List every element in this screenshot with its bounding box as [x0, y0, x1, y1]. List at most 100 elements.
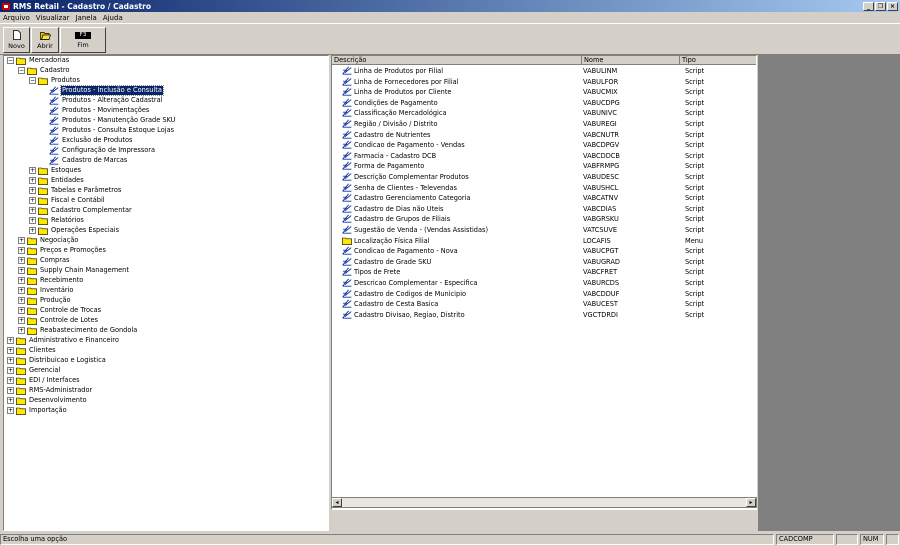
close-button[interactable]: ×	[887, 1, 898, 11]
expand-icon[interactable]: +	[29, 227, 36, 234]
list-row[interactable]: Cadastro de Cesta Basica VABUCEST Script	[332, 299, 752, 309]
expand-icon[interactable]: +	[29, 187, 36, 194]
menu-visualizar[interactable]: Visualizar	[36, 14, 70, 22]
new-button[interactable]: Novo	[3, 27, 30, 53]
tree-node-recebimento[interactable]: + Recebimento	[18, 276, 84, 286]
tree-node-produtos-manutencao-grade-sku[interactable]: Produtos - Manutenção Grade SKU	[40, 116, 177, 126]
list-row[interactable]: Senha de Clientes - Televendas VABUSHCL Sc…	[332, 183, 752, 193]
restore-button[interactable]: ❐	[875, 1, 886, 11]
open-button[interactable]: Abrir	[31, 27, 59, 53]
tree-node-producao[interactable]: + Produção	[18, 296, 72, 306]
list-row[interactable]: Cadastro de Codigos de Municipio VABCDDUF…	[332, 289, 752, 299]
tree-node-exclusao-de-produtos[interactable]: Exclusão de Produtos	[40, 136, 133, 146]
tree-node-administrativo-e-financeiro[interactable]: + Administrativo e Financeiro	[7, 336, 120, 346]
list-row[interactable]: Cadastro Divisao, Regiao, Distrito VGCTDR…	[332, 310, 752, 320]
tree-node-precos-e-promocoes[interactable]: + Preços e Promoções	[18, 246, 107, 256]
expand-icon[interactable]: +	[18, 317, 25, 324]
tree-node-supply-chain-management[interactable]: + Supply Chain Management	[18, 266, 130, 276]
tree-node-gerencial[interactable]: + Gerencial	[7, 366, 61, 376]
list-row[interactable]: Cadastro de Nutrientes VABCNUTR Script	[332, 130, 752, 140]
expand-icon[interactable]: +	[18, 277, 25, 284]
list-row[interactable]: Linha de Fornecedores por Filial VABULFOR…	[332, 77, 752, 87]
expand-icon[interactable]: +	[18, 237, 25, 244]
list-row[interactable]: Condicao de Pagamento - Nova VABUCPGT Scri…	[332, 246, 752, 256]
tree-node-produtos-inclusao-e-consulta[interactable]: Produtos - Inclusão e Consulta	[40, 85, 164, 96]
tree-node-cadastro[interactable]: − Cadastro	[18, 66, 71, 76]
list-row[interactable]: Forma de Pagamento VABFRMPG Script	[332, 161, 752, 171]
tree-node-produtos-movimentacoes[interactable]: Produtos - Movimentações	[40, 106, 150, 116]
list-row[interactable]: Linha de Produtos por Cliente VABUCMIX Scr…	[332, 87, 752, 97]
list-row[interactable]: Descricao Complementar - Especifica VABUR…	[332, 278, 752, 288]
expand-icon[interactable]: +	[7, 387, 14, 394]
tree-node-estoques[interactable]: + Estoques	[29, 166, 82, 176]
tree-node-entidades[interactable]: + Entidades	[29, 176, 85, 186]
program-list[interactable]: Descrição Nome Tipo Linha de Produtos po…	[331, 55, 757, 510]
tree-node-fiscal-e-contabil[interactable]: + Fiscal e Contábil	[29, 196, 106, 206]
tree-node-desenvolvimento[interactable]: + Desenvolvimento	[7, 396, 88, 406]
menu-arquivo[interactable]: Arquivo	[3, 14, 30, 22]
list-row[interactable]: Cadastro de Grupos de Filiais VABGRSKU Scr…	[332, 214, 752, 224]
expand-icon[interactable]: +	[18, 267, 25, 274]
expand-icon[interactable]: +	[18, 247, 25, 254]
list-row[interactable]: Cadastro Gerenciamento Categoria VABCATNV…	[332, 193, 752, 203]
collapse-icon[interactable]: −	[7, 57, 14, 64]
expand-icon[interactable]: +	[18, 257, 25, 264]
list-row[interactable]: Condicao de Pagamento - Vendas VABCDPGV Sc…	[332, 140, 752, 150]
tree-node-produtos-consulta-estoque-lojas[interactable]: Produtos - Consulta Estoque Lojas	[40, 126, 175, 136]
list-row[interactable]: Região / Divisão / Distrito VABUREGI Scrip…	[332, 119, 752, 129]
tree-node-compras[interactable]: + Compras	[18, 256, 70, 266]
tree-node-mercadorias[interactable]: − Mercadorias	[7, 56, 70, 66]
tree-node-edi-interfaces[interactable]: + EDI / Interfaces	[7, 376, 81, 386]
scroll-left-icon[interactable]: ◂	[332, 498, 342, 507]
list-row[interactable]: Cadastro de Grade SKU VABUGRAD Script	[332, 257, 752, 267]
list-row[interactable]: Tipos de Frete VABCFRET Script	[332, 267, 752, 277]
tree-node-clientes[interactable]: + Clientes	[7, 346, 57, 356]
tree-node-importacao[interactable]: + Importação	[7, 406, 68, 416]
tree-node-negociacao[interactable]: + Negociação	[18, 236, 79, 246]
expand-icon[interactable]: +	[29, 207, 36, 214]
tree-node-distribuicao-e-logistica[interactable]: + Distribuicao e Logistica	[7, 356, 107, 366]
tree-node-controle-de-lotes[interactable]: + Controle de Lotes	[18, 316, 99, 326]
tree-node-configuracao-de-impressora[interactable]: Configuração de Impressora	[40, 146, 156, 156]
tree-node-relatorios[interactable]: + Relatórios	[29, 216, 85, 226]
tree-node-produtos-alteracao-cadastral[interactable]: Produtos - Alteração Cadastral	[40, 96, 163, 106]
expand-icon[interactable]: +	[29, 197, 36, 204]
expand-icon[interactable]: +	[7, 367, 14, 374]
list-row[interactable]: Descrição Complementar Produtos VABUDESC S…	[332, 172, 752, 182]
menu-janela[interactable]: Janela	[75, 14, 96, 22]
list-row[interactable]: Classificação Mercadológica VABUNIVC Scrip…	[332, 108, 752, 118]
tree-node-controle-de-trocas[interactable]: + Controle de Trocas	[18, 306, 102, 316]
column-header-nome[interactable]: Nome	[582, 56, 680, 65]
expand-icon[interactable]: +	[7, 347, 14, 354]
tree-node-produtos[interactable]: − Produtos	[29, 76, 81, 86]
tree-node-operacoes-especiais[interactable]: + Operações Especiais	[29, 226, 120, 236]
tree-node-rms-administrador[interactable]: + RMS-Administrador	[7, 386, 93, 396]
list-row[interactable]: Cadastro de Dias não Uteis VABCDIAS Script	[332, 204, 752, 214]
list-row[interactable]: Linha de Produtos por Filial VABULINM Scri…	[332, 66, 752, 76]
expand-icon[interactable]: +	[18, 327, 25, 334]
expand-icon[interactable]: +	[7, 337, 14, 344]
list-row[interactable]: Sugestão de Venda - (Vendas Assistidas) V…	[332, 225, 752, 235]
expand-icon[interactable]: +	[29, 177, 36, 184]
expand-icon[interactable]: +	[18, 297, 25, 304]
expand-icon[interactable]: +	[7, 407, 14, 414]
expand-icon[interactable]: +	[18, 287, 25, 294]
expand-icon[interactable]: +	[29, 217, 36, 224]
collapse-icon[interactable]: −	[29, 77, 36, 84]
end-button[interactable]: F3 Fim	[60, 27, 106, 53]
minimize-button[interactable]: _	[863, 1, 874, 11]
list-row[interactable]: Condições de Pagamento VABUCDPG Script	[332, 98, 752, 108]
tree-node-cadastro-complementar[interactable]: + Cadastro Complementar	[29, 206, 133, 216]
horizontal-scrollbar[interactable]: ◂ ▸	[331, 497, 757, 508]
list-row[interactable]: Farmacia - Cadastro DCB VABCDDCB Script	[332, 151, 752, 161]
expand-icon[interactable]: +	[18, 307, 25, 314]
scroll-right-icon[interactable]: ▸	[746, 498, 756, 507]
column-header-tipo[interactable]: Tipo	[680, 56, 756, 65]
navigation-tree[interactable]: − Mercadorias − Cadastro − Produtos Produtos -…	[3, 55, 329, 531]
expand-icon[interactable]: +	[7, 377, 14, 384]
expand-icon[interactable]: +	[7, 397, 14, 404]
menu-ajuda[interactable]: Ajuda	[103, 14, 123, 22]
expand-icon[interactable]: +	[29, 167, 36, 174]
tree-node-reabastecimento-de-gondola[interactable]: + Reabastecimento de Gondola	[18, 326, 138, 336]
tree-node-cadastro-de-marcas[interactable]: Cadastro de Marcas	[40, 156, 128, 166]
